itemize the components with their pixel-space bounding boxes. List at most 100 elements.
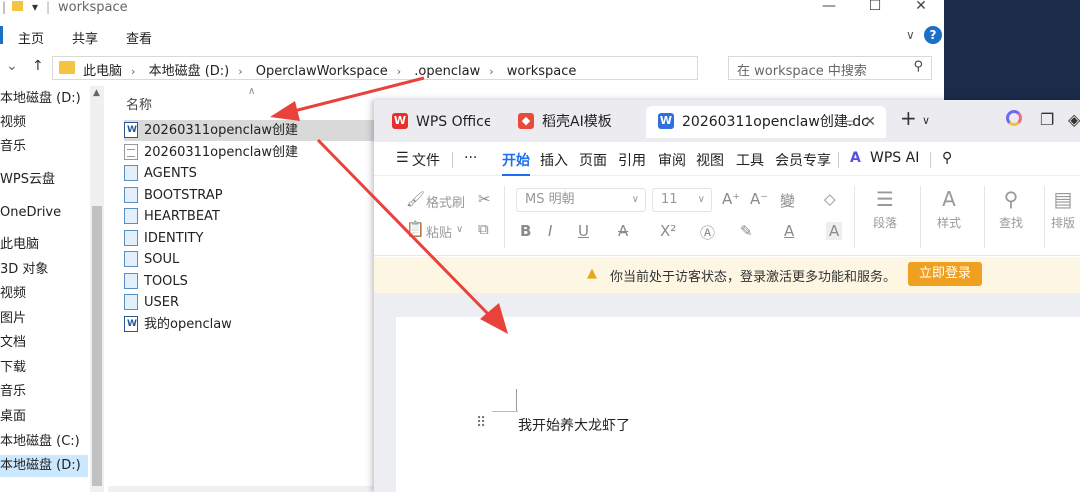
nav-item-videos-2[interactable]: 视频: [0, 283, 88, 305]
clear-format-icon[interactable]: ◇: [824, 190, 836, 208]
superscript-icon[interactable]: X²: [660, 222, 676, 240]
phonetic-guide-icon[interactable]: 變: [780, 190, 795, 211]
arrange-button[interactable]: ▤ 排版: [1046, 184, 1080, 231]
help-icon[interactable]: ?: [924, 26, 942, 44]
nav-item-documents[interactable]: 文档: [0, 332, 88, 354]
breadcrumb-this-pc[interactable]: 此电脑: [83, 60, 122, 79]
nav-scrollbar[interactable]: ▲: [90, 86, 104, 492]
chevron-right-icon[interactable]: ›: [238, 65, 242, 78]
file-row[interactable]: HEARTBEAT: [124, 206, 384, 227]
nav-item-drive-d[interactable]: 本地磁盘 (D:): [0, 88, 88, 110]
scrollbar-thumb[interactable]: [92, 206, 102, 486]
file-row[interactable]: SOUL: [124, 249, 384, 270]
wps-assistant-icon[interactable]: [1006, 110, 1022, 130]
italic-icon[interactable]: I: [548, 222, 552, 240]
menu-page[interactable]: 页面: [579, 150, 607, 170]
tab-wps-office[interactable]: W WPS Office: [380, 106, 490, 138]
paste-label[interactable]: 粘贴: [426, 222, 452, 241]
font-size-select[interactable]: 11 ∨: [652, 188, 712, 212]
chevron-right-icon[interactable]: ›: [489, 65, 493, 78]
copy-icon[interactable]: ⧉: [478, 220, 489, 238]
format-painter-icon[interactable]: 🖌: [406, 190, 425, 208]
menu-home[interactable]: 开始: [502, 150, 530, 176]
menu-more[interactable]: ···: [464, 150, 477, 166]
tab-view[interactable]: 查看: [126, 28, 152, 47]
address-bar[interactable]: 此电脑 › 本地磁盘 (D:) › OperclawWorkspace › .open…: [52, 56, 765, 80]
font-color-icon[interactable]: A: [784, 222, 794, 240]
find-button[interactable]: ⚲ 查找: [986, 184, 1036, 231]
breadcrumb-workspace[interactable]: workspace: [507, 64, 577, 79]
skin-icon[interactable]: ◈: [1068, 110, 1080, 129]
window-tile-icon[interactable]: ❐: [1040, 110, 1054, 129]
file-row[interactable]: 我的openclaw: [124, 314, 384, 335]
wps-ai-icon[interactable]: A: [850, 150, 861, 166]
up-arrow-icon[interactable]: ↑: [32, 58, 44, 74]
nav-item-wps-cloud[interactable]: WPS云盘: [0, 169, 88, 191]
minimize-icon[interactable]: —: [806, 0, 852, 18]
tab-home[interactable]: 主页: [18, 28, 44, 47]
strikethrough-icon[interactable]: A: [618, 222, 628, 240]
file-row[interactable]: USER: [124, 292, 384, 313]
file-row[interactable]: 20260311openclaw创建: [124, 120, 384, 141]
nav-item-drive-d-selected[interactable]: 本地磁盘 (D:): [0, 455, 88, 477]
font-family-select[interactable]: MS 明朝 ∨: [516, 188, 646, 212]
file-row[interactable]: TOOLS: [124, 271, 384, 292]
chevron-down-icon[interactable]: ∨: [456, 224, 463, 235]
login-button[interactable]: 立即登录: [908, 262, 982, 286]
menu-reference[interactable]: 引用: [618, 150, 646, 170]
menu-icon[interactable]: ☰: [396, 150, 409, 166]
nav-item-music-2[interactable]: 音乐: [0, 381, 88, 403]
file-row[interactable]: AGENTS: [124, 163, 384, 184]
menu-file[interactable]: 文件: [412, 150, 440, 170]
decrease-font-icon[interactable]: A⁻: [750, 190, 768, 208]
customize-quick-access-icon[interactable]: ▾: [32, 0, 38, 14]
nav-item-desktop[interactable]: 桌面: [0, 406, 88, 428]
file-row[interactable]: BOOTSTRAP: [124, 185, 384, 206]
breadcrumb-drive-d[interactable]: 本地磁盘 (D:): [149, 60, 230, 79]
paragraph-drag-handle-icon[interactable]: ⠿: [476, 415, 486, 431]
menu-insert[interactable]: 插入: [540, 150, 568, 170]
menu-member[interactable]: 会员专享: [775, 150, 831, 170]
increase-font-icon[interactable]: A⁺: [722, 190, 740, 208]
menu-wps-ai[interactable]: WPS AI: [870, 150, 919, 166]
column-header-name[interactable]: 名称: [126, 94, 152, 113]
breadcrumb-operclaw-workspace[interactable]: OperclawWorkspace: [256, 64, 388, 79]
nav-item-videos[interactable]: 视频: [0, 112, 88, 134]
search-input[interactable]: 在 workspace 中搜索 ⚲: [728, 56, 932, 80]
chevron-right-icon[interactable]: ›: [131, 65, 135, 78]
search-icon[interactable]: ⚲: [942, 150, 952, 166]
file-row[interactable]: 20260311openclaw创建: [124, 142, 384, 163]
style-button[interactable]: A 样式: [924, 184, 974, 231]
chevron-right-icon[interactable]: ›: [397, 65, 401, 78]
folder-icon[interactable]: [12, 0, 23, 14]
search-icon[interactable]: ⚲: [913, 59, 923, 74]
cut-icon[interactable]: ✂: [478, 190, 491, 208]
tab-template[interactable]: ◆ 稻壳AI模板: [506, 106, 636, 138]
menu-tools[interactable]: 工具: [736, 150, 764, 170]
bold-icon[interactable]: B: [520, 222, 531, 240]
highlight-icon[interactable]: ✎: [740, 222, 753, 240]
nav-item-onedrive[interactable]: OneDrive: [0, 202, 88, 224]
chevron-down-icon[interactable]: ∨: [922, 114, 930, 127]
menu-view[interactable]: 视图: [696, 150, 724, 170]
nav-item-this-pc[interactable]: 此电脑: [0, 234, 88, 256]
new-tab-icon[interactable]: +: [900, 106, 917, 130]
paragraph-button[interactable]: ☰ 段落: [860, 184, 910, 231]
paste-icon[interactable]: 📋: [406, 220, 425, 238]
monitor-icon[interactable]: ▭: [845, 106, 856, 138]
tab-share[interactable]: 共享: [72, 28, 98, 47]
file-tab-marker[interactable]: [0, 26, 3, 44]
close-icon[interactable]: ✕: [898, 0, 944, 18]
maximize-icon[interactable]: ☐: [852, 0, 898, 18]
file-row[interactable]: IDENTITY: [124, 228, 384, 249]
tab-document[interactable]: W 20260311openclaw创建.dc ▭ ✕: [646, 106, 886, 138]
underline-icon[interactable]: U: [578, 222, 589, 240]
text-effect-icon[interactable]: Ⓐ: [700, 222, 715, 243]
document-body-text[interactable]: 我开始养大龙虾了: [518, 415, 630, 435]
nav-item-drive-c[interactable]: 本地磁盘 (C:): [0, 431, 88, 453]
close-tab-icon[interactable]: ✕: [864, 106, 876, 138]
expand-ribbon-icon[interactable]: ∨: [906, 28, 915, 42]
document-page[interactable]: ⠿ 我开始养大龙虾了: [396, 317, 1080, 492]
format-painter-label[interactable]: 格式刷: [426, 192, 465, 211]
scroll-up-icon[interactable]: ▲: [93, 88, 100, 98]
